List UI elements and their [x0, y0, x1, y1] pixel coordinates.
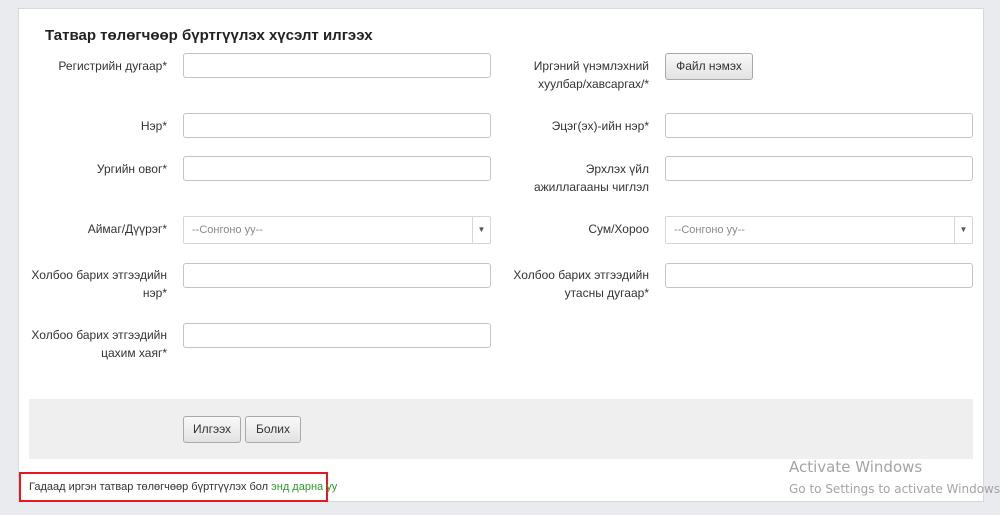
father-name-label: Эцэг(эх)-ийн нэр*: [551, 119, 649, 133]
clan-name-input[interactable]: [183, 156, 491, 181]
add-file-button[interactable]: Файл нэмэх: [665, 53, 753, 80]
id-copy-label: Иргэний үнэмлэхний хуулбар/хавсаргах/*: [533, 59, 649, 91]
contact-email-label: Холбоо барих этгээдийн цахим хаяг*: [31, 328, 167, 360]
district-selected-value: --Сонгоно уу--: [674, 224, 745, 236]
province-select[interactable]: --Сонгоно уу-- ▼: [183, 216, 491, 244]
submit-button[interactable]: Илгээх: [183, 416, 241, 443]
register-label: Регистрийн дугаар*: [58, 59, 167, 73]
province-selected-value: --Сонгоно уу--: [192, 224, 263, 236]
watermark-title: Activate Windows: [789, 458, 923, 476]
contact-phone-label: Холбоо барих этгээдийн утасны дугаар*: [513, 268, 649, 300]
district-label: Сум/Хороо: [588, 222, 649, 236]
chevron-down-icon[interactable]: ▼: [954, 217, 972, 243]
province-label: Аймаг/Дүүрэг*: [87, 222, 167, 236]
first-name-label: Нэр*: [140, 119, 167, 133]
contact-name-label: Холбоо барих этгээдийн нэр*: [31, 268, 167, 300]
contact-phone-input[interactable]: [665, 263, 973, 288]
cancel-button[interactable]: Болих: [245, 416, 301, 443]
registration-panel: Татвар төлөгчөөр бүртгүүлэх хүсэлт илгээ…: [18, 8, 984, 502]
page-title: Татвар төлөгчөөр бүртгүүлэх хүсэлт илгээ…: [45, 27, 373, 44]
foreign-citizen-notice: Гадаад иргэн татвар төлөгчөөр бүртгүүлэх…: [19, 472, 337, 502]
father-name-input[interactable]: [665, 113, 973, 138]
chevron-down-icon[interactable]: ▼: [472, 217, 490, 243]
foreign-citizen-link[interactable]: энд дарна уу: [271, 481, 337, 493]
watermark-subtitle: Go to Settings to activate Windows.: [789, 482, 1000, 496]
contact-name-input[interactable]: [183, 263, 491, 288]
first-name-input[interactable]: [183, 113, 491, 138]
form-actions-bar: Илгээх Болих: [29, 399, 973, 459]
clan-name-label: Ургийн овог*: [96, 162, 167, 176]
notice-text: Гадаад иргэн татвар төлөгчөөр бүртгүүлэх…: [29, 481, 272, 493]
activity-input[interactable]: [665, 156, 973, 181]
windows-activation-watermark: Activate Windows Go to Settings to activ…: [789, 457, 1000, 498]
activity-label: Эрхлэх үйл ажиллагааны чиглэл: [533, 162, 649, 194]
register-input[interactable]: [183, 53, 491, 78]
contact-email-input[interactable]: [183, 323, 491, 348]
district-select[interactable]: --Сонгоно уу-- ▼: [665, 216, 973, 244]
